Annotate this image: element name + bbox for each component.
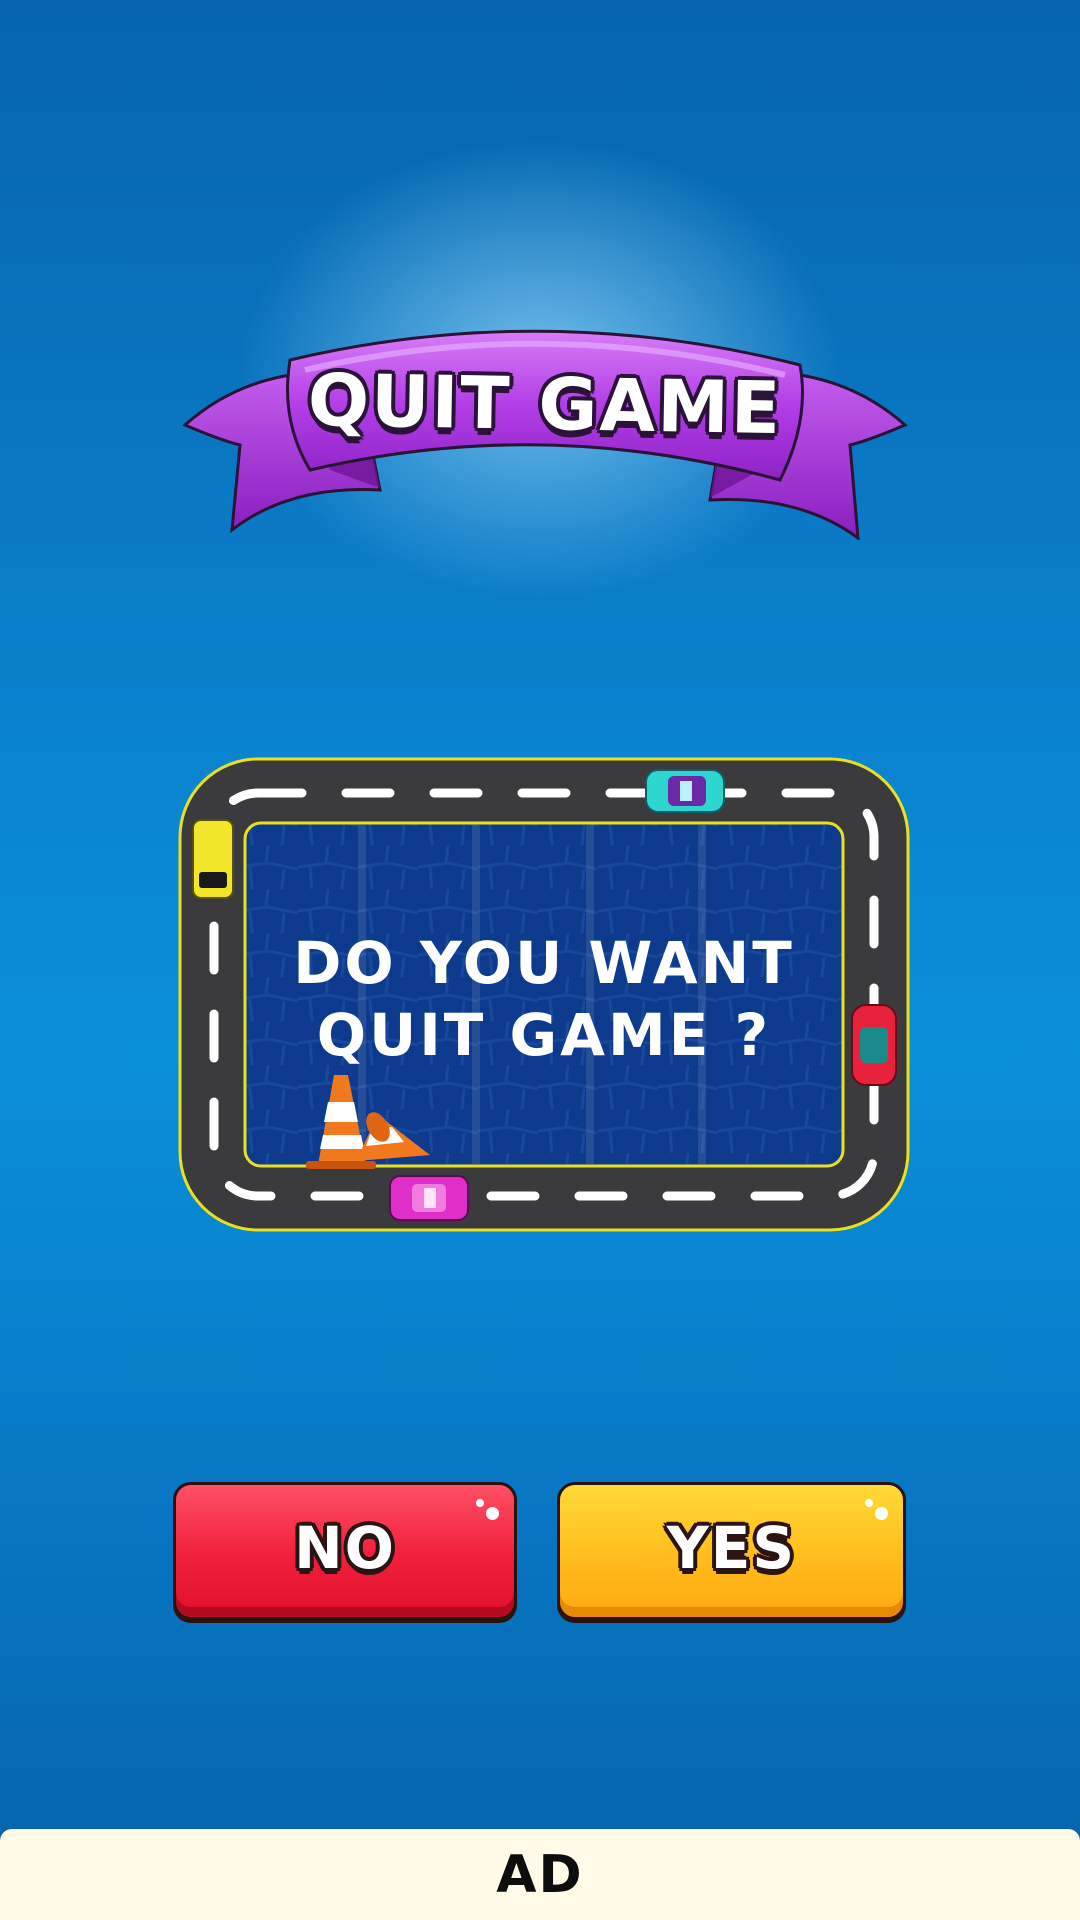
shine-dot	[875, 1507, 888, 1520]
shine-dot	[865, 1499, 873, 1507]
shine-dot	[486, 1507, 499, 1520]
dialog-board: DO YOU WANT QUIT GAME ?	[178, 757, 910, 1232]
title-text: QUIT GAME	[307, 357, 783, 451]
ad-label: AD	[496, 1844, 584, 1905]
dialog-question: DO YOU WANT QUIT GAME ?	[248, 927, 840, 1071]
car-icon	[389, 1175, 469, 1221]
no-button-label: NO	[294, 1514, 396, 1582]
ad-banner[interactable]: AD	[0, 1829, 1080, 1920]
question-line-1: DO YOU WANT	[293, 929, 795, 997]
question-line-2: QUIT GAME ?	[316, 1001, 772, 1069]
yes-button[interactable]: YES	[557, 1482, 906, 1620]
car-icon	[192, 819, 234, 899]
title-banner: QUIT GAME	[180, 320, 910, 540]
no-button[interactable]: NO	[173, 1482, 517, 1620]
yes-button-label: YES	[666, 1514, 797, 1582]
car-icon	[645, 769, 725, 813]
shine-dot	[476, 1499, 484, 1507]
car-icon	[851, 1004, 897, 1086]
